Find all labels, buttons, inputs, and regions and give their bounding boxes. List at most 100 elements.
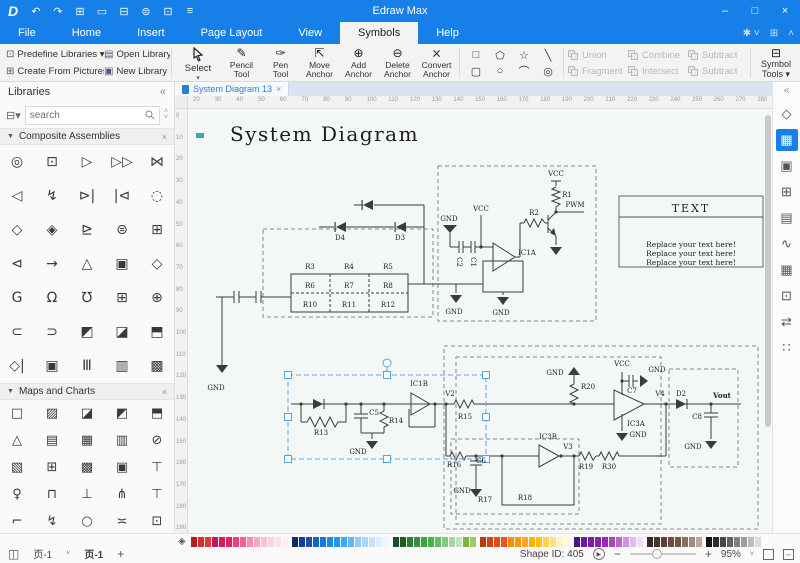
color-swatch[interactable]	[630, 537, 636, 547]
library-symbol-29[interactable]: ⬒	[140, 315, 175, 349]
tab-close-icon[interactable]: ×	[276, 84, 281, 94]
map-symbol-7[interactable]: ▦	[70, 427, 105, 454]
quick-access-icon-7[interactable]: ≡	[180, 2, 200, 20]
color-swatch[interactable]	[428, 537, 434, 547]
map-symbol-20[interactable]: ⌐	[0, 508, 35, 533]
format-diamond-icon[interactable]: ◇	[776, 103, 798, 125]
color-swatch[interactable]	[668, 537, 674, 547]
library-symbol-15[interactable]: ⊲	[0, 247, 35, 281]
map-symbol-19[interactable]: ⊤	[140, 481, 175, 508]
color-swatch[interactable]	[529, 537, 535, 547]
shape-button-2[interactable]: ☆	[512, 47, 536, 63]
library-symbol-11[interactable]: ◈	[35, 213, 70, 247]
quick-access-icon-4[interactable]: ⊟	[114, 2, 134, 20]
color-swatch[interactable]	[494, 537, 500, 547]
color-swatch[interactable]	[588, 537, 594, 547]
map-symbol-6[interactable]: ▤	[35, 427, 70, 454]
color-swatch[interactable]	[348, 537, 354, 547]
library-symbol-10[interactable]: ◇	[0, 213, 35, 247]
library-symbol-17[interactable]: △	[70, 247, 105, 281]
color-swatch[interactable]	[623, 537, 629, 547]
color-swatch[interactable]	[275, 537, 281, 547]
close-button[interactable]: ×	[770, 0, 800, 22]
color-swatch[interactable]	[637, 537, 643, 547]
color-swatch[interactable]	[198, 537, 204, 547]
color-swatch[interactable]	[212, 537, 218, 547]
color-swatch[interactable]	[393, 537, 399, 547]
search-input[interactable]	[30, 110, 145, 121]
menu-tab-file[interactable]: File	[0, 22, 54, 44]
picture-icon[interactable]: ▣	[776, 155, 798, 177]
tool-convert-anchor[interactable]: ⨯ConvertAnchor	[417, 46, 456, 79]
color-swatch[interactable]	[282, 537, 288, 547]
color-swatch[interactable]	[442, 537, 448, 547]
color-swatch[interactable]	[470, 537, 476, 547]
circuit-drawing[interactable]: System Diagram	[188, 109, 772, 533]
connector-icon[interactable]: ⇄	[776, 311, 798, 333]
rail-collapse-icon[interactable]: «	[784, 85, 790, 99]
library-symbol-4[interactable]: ⋈	[140, 145, 175, 179]
library-symbol-27[interactable]: ◩	[70, 315, 105, 349]
tool-delete-anchor[interactable]: ⊖DeleteAnchor	[378, 46, 417, 79]
library-symbol-24[interactable]: ⊕	[140, 281, 175, 315]
map-symbol-4[interactable]: ⬒	[140, 400, 175, 427]
color-swatch[interactable]	[720, 537, 726, 547]
color-swatch[interactable]	[261, 537, 267, 547]
play-icon[interactable]: ▶	[593, 548, 605, 560]
library-symbol-7[interactable]: ⊳|	[70, 179, 105, 213]
zoom-level[interactable]: 95%	[721, 549, 741, 560]
library-button-new[interactable]: ▣New Library	[104, 63, 170, 80]
color-swatch[interactable]	[682, 537, 688, 547]
menu-tab-view[interactable]: View	[280, 22, 340, 44]
color-swatch[interactable]	[564, 537, 570, 547]
color-swatch[interactable]	[515, 537, 521, 547]
library-symbol-1[interactable]: ⊡	[35, 145, 70, 179]
page-tab-active[interactable]: 页-1	[84, 546, 103, 561]
color-swatch[interactable]	[435, 537, 441, 547]
color-swatch[interactable]	[550, 537, 556, 547]
color-swatch[interactable]	[675, 537, 681, 547]
map-symbol-22[interactable]: ○	[70, 508, 105, 533]
color-swatch[interactable]	[574, 537, 580, 547]
library-symbol-20[interactable]: G	[0, 281, 35, 315]
section-close-icon[interactable]: ×	[162, 132, 167, 142]
color-swatch[interactable]	[536, 537, 542, 547]
quick-access-icon-6[interactable]: ⊡	[158, 2, 178, 20]
color-swatch[interactable]	[299, 537, 305, 547]
color-swatch[interactable]	[407, 537, 413, 547]
library-button-predefine[interactable]: ⊡Predefine Libraries ▾	[6, 46, 104, 63]
chart-icon[interactable]: ∿	[776, 233, 798, 255]
shape-button-6[interactable]: ⌒	[512, 63, 536, 79]
map-symbol-18[interactable]: ⋔	[105, 481, 140, 508]
color-swatch[interactable]	[320, 537, 326, 547]
library-menu-icon[interactable]: ⊟▾	[6, 109, 21, 122]
shape-button-4[interactable]: ▢	[464, 63, 488, 79]
map-symbol-15[interactable]: ♀	[0, 481, 35, 508]
library-symbol-23[interactable]: ⊞	[105, 281, 140, 315]
color-swatch[interactable]	[734, 537, 740, 547]
fill-bucket-icon[interactable]: ◈	[178, 536, 186, 547]
tool-add-anchor[interactable]: ⊕AddAnchor	[339, 46, 378, 79]
zoom-out-button[interactable]: −	[614, 547, 621, 561]
library-symbol-6[interactable]: ↯	[35, 179, 70, 213]
symbol-tools-button[interactable]: ⊟ Symbol Tools ▾	[754, 46, 798, 79]
minimize-button[interactable]: –	[710, 0, 740, 22]
shape-button-7[interactable]: ◎	[536, 63, 560, 79]
library-symbol-18[interactable]: ▣	[105, 247, 140, 281]
color-swatch[interactable]	[696, 537, 702, 547]
color-swatch[interactable]	[741, 537, 747, 547]
color-swatch[interactable]	[327, 537, 333, 547]
library-button-create[interactable]: ⊞Create From Pictures	[6, 63, 104, 80]
shape-button-0[interactable]: □	[464, 47, 488, 63]
map-symbol-13[interactable]: ▣	[105, 454, 140, 481]
document-tab[interactable]: System Diagram 13 ×	[175, 82, 289, 96]
menu-right-icon-1[interactable]: ⊞	[770, 28, 778, 39]
color-swatch[interactable]	[240, 537, 246, 547]
sidebar-collapse-icon[interactable]: «	[160, 86, 166, 98]
library-symbol-30[interactable]: ◇|	[0, 349, 35, 383]
shape-button-3[interactable]: ╲	[536, 47, 560, 63]
color-swatch[interactable]	[706, 537, 712, 547]
color-swatch[interactable]	[543, 537, 549, 547]
color-swatch[interactable]	[762, 537, 768, 547]
rotate-handle[interactable]	[383, 359, 391, 367]
